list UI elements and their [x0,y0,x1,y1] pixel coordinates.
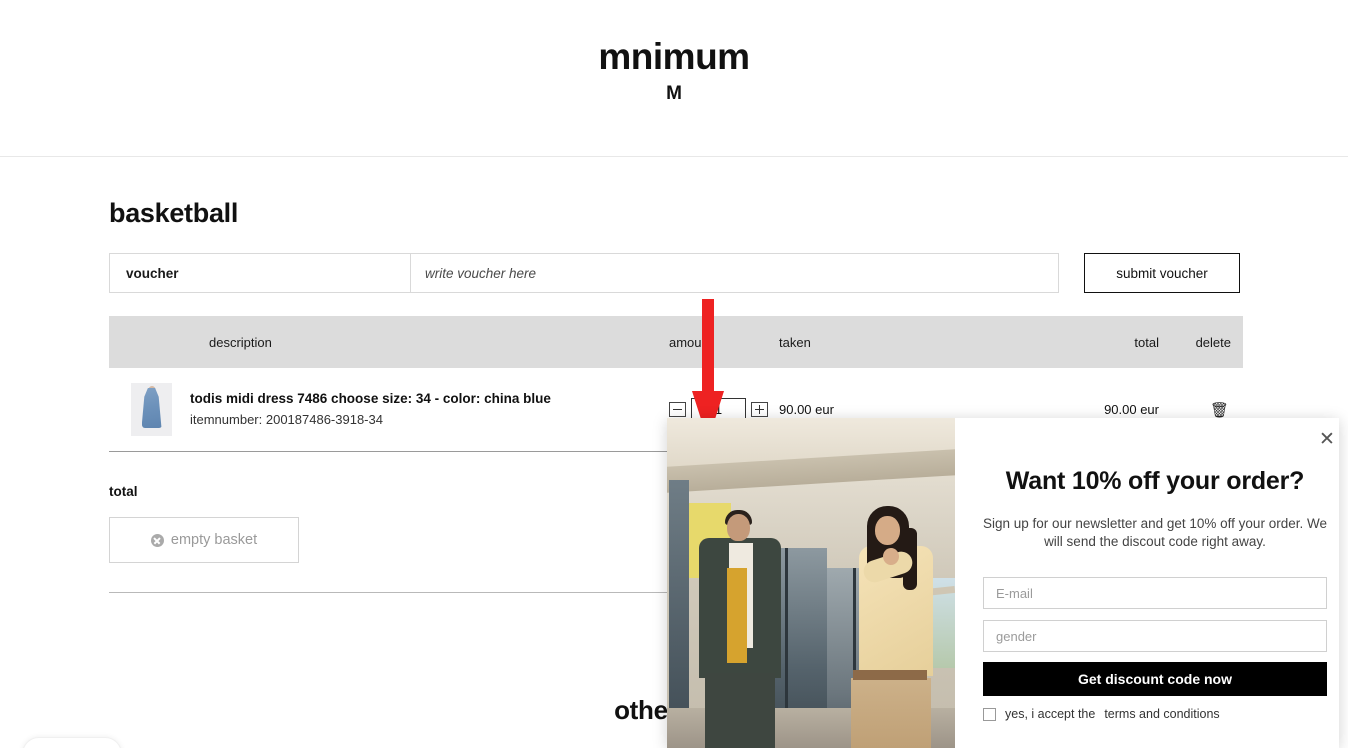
terms-label: yes, i accept the [1005,707,1096,722]
page-root: mnimum M basketball voucher submit vouch… [0,0,1348,748]
minus-icon[interactable] [669,402,686,417]
column-header-delete: delete [1195,334,1231,350]
logo-wordmark: mnimum [598,36,750,77]
empty-basket-label: empty basket [170,532,258,548]
accept-terms-checkbox[interactable] [983,707,996,721]
newsletter-title: Want 10% off your order? [1005,467,1305,495]
column-header-total: total [1134,334,1159,350]
newsletter-modal-image [667,418,955,748]
column-header-description: description [209,334,272,350]
newsletter-modal: ✕ Want 10% off your order? Sign up for o… [667,418,1339,748]
trash-icon[interactable]: 🗑 [1159,401,1243,419]
voucher-input[interactable] [411,254,1058,292]
logo-mark-icon: M [666,83,682,104]
site-logo[interactable]: mnimum M [0,38,1348,103]
column-header-taken: taken [779,334,811,350]
submit-voucher-button[interactable]: submit voucher [1084,253,1240,293]
total-label: total [109,484,138,499]
terms-and-conditions-link[interactable]: terms and conditions [1104,707,1219,721]
page-title: basketball [109,198,239,228]
product-name: todis midi dress 7486 choose size: 34 - … [190,390,551,406]
basket-table-header: description amount taken total delete [109,316,1243,368]
email-field[interactable] [983,577,1327,610]
circle-x-icon [150,533,164,547]
plus-icon[interactable] [751,402,768,417]
thumbnail-dress [141,388,162,428]
product-text: todis midi dress 7486 choose size: 34 - … [190,389,551,430]
get-discount-code-button[interactable]: Get discount code now [983,662,1327,697]
newsletter-modal-body: ✕ Want 10% off your order? Sign up for o… [955,418,1339,748]
unit-price: 90.00 eur [779,402,834,417]
voucher-row: voucher submit voucher [109,253,1240,293]
voucher-input-cell [411,253,1059,293]
line-total: 90.00 eur [1104,402,1159,417]
newsletter-subtitle: Sign up for our newsletter and get 10% o… [983,516,1327,550]
column-header-amount: amount [669,334,713,350]
site-header: mnimum M [0,0,1348,157]
product-itemnumber: itemnumber: 200187486-3918-34 [190,411,383,427]
corner-widget[interactable] [22,737,122,748]
voucher-label: voucher [109,253,411,293]
terms-row: yes, i accept the terms and conditions [983,707,1327,721]
product-thumbnail[interactable] [131,383,172,436]
empty-basket-button[interactable]: empty basket [109,517,299,563]
gender-field[interactable] [983,620,1327,653]
close-icon[interactable]: ✕ [1315,428,1339,452]
product-cell: todis midi dress 7486 choose size: 34 - … [109,383,669,436]
